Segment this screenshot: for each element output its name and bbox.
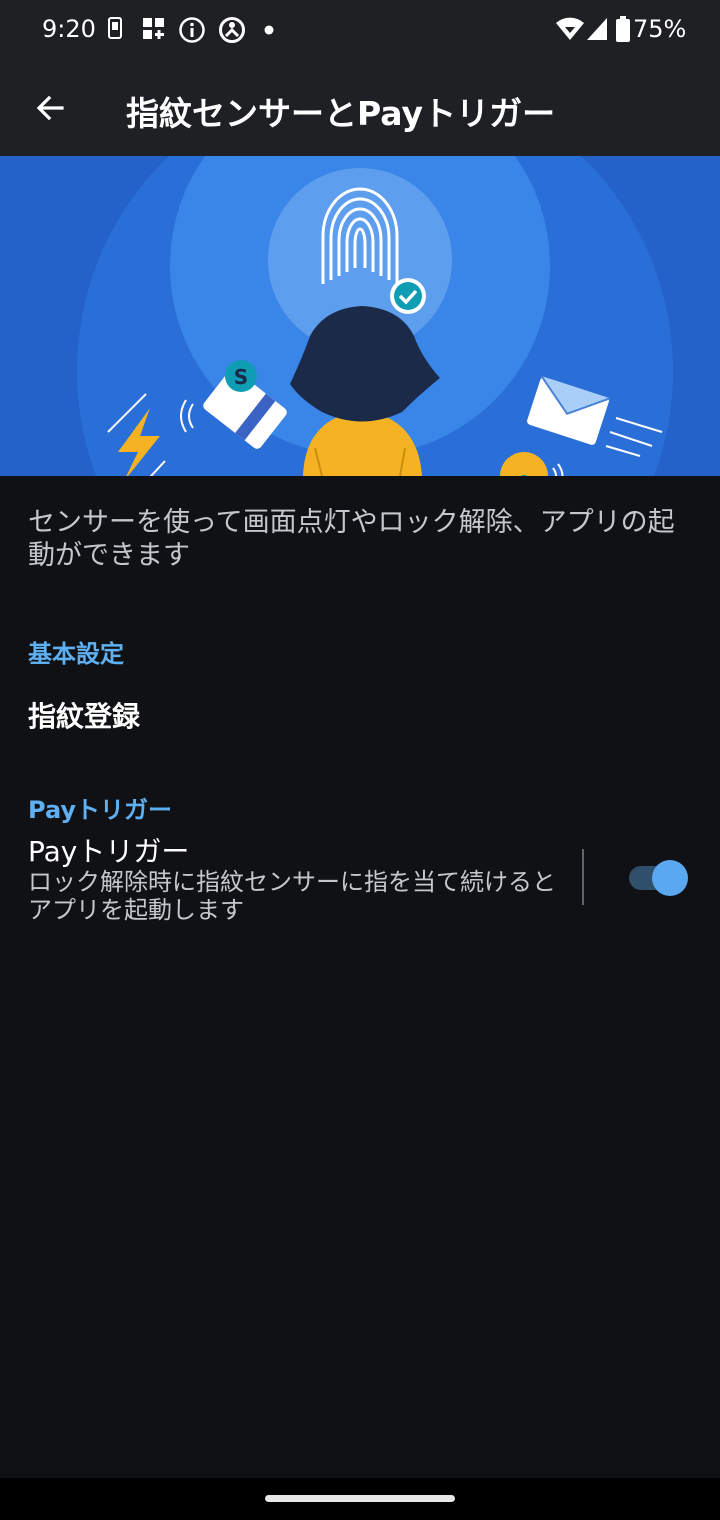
battery-icon xyxy=(616,16,630,42)
arrow-left-icon xyxy=(36,95,64,121)
check-badge-icon xyxy=(390,278,426,314)
hero-illustration: S 15 xyxy=(0,156,720,476)
wifi-icon xyxy=(556,17,584,40)
coin-icon: S xyxy=(225,360,257,392)
status-bar: 9:20 75% xyxy=(0,0,720,60)
fingerprint-registration-item[interactable]: 指紋登録 xyxy=(28,695,140,735)
pay-trigger-title[interactable]: Payトリガー xyxy=(28,830,189,870)
navigation-bar xyxy=(0,1478,720,1520)
info-icon xyxy=(179,17,205,43)
pay-trigger-toggle[interactable] xyxy=(626,860,688,896)
sim-icon xyxy=(108,17,122,39)
pay-trigger-summary: ロック解除時に指紋センサーに指を当て続けるとアプリを起動します xyxy=(28,868,556,924)
section-header-pay-trigger: Payトリガー xyxy=(28,796,173,824)
section-header-basic: 基本設定 xyxy=(28,640,124,668)
notification-dot-icon xyxy=(264,25,274,35)
status-time: 9:20 xyxy=(42,15,96,43)
switch-divider xyxy=(582,849,584,905)
widgets-icon xyxy=(143,18,164,39)
home-gesture-handle[interactable] xyxy=(265,1495,455,1502)
app-bar: 指紋センサーとPayトリガー xyxy=(0,60,720,156)
page-description: センサーを使って画面点灯やロック解除、アプリの起動ができます xyxy=(28,507,675,571)
accessibility-icon xyxy=(219,17,245,43)
coin-symbol: S xyxy=(234,365,248,389)
toggle-thumb xyxy=(652,860,688,896)
signal-icon xyxy=(587,18,607,40)
page-title: 指紋センサーとPayトリガー xyxy=(126,94,556,133)
battery-percentage: 75% xyxy=(633,15,687,43)
back-button[interactable] xyxy=(26,84,74,132)
